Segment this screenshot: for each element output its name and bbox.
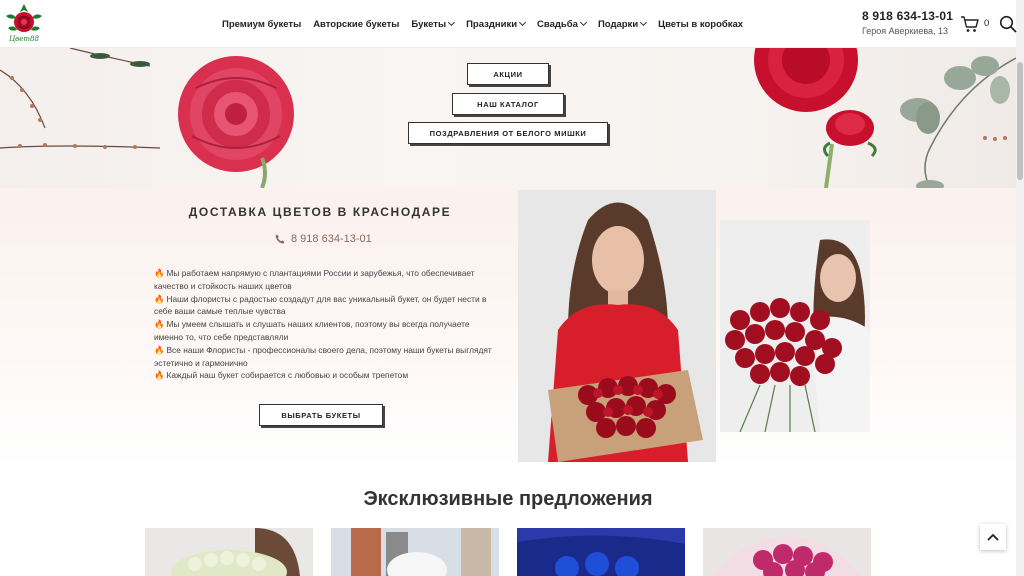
- chevron-up-icon: [987, 533, 999, 541]
- product-card-image[interactable]: [703, 528, 871, 576]
- nav-item-author[interactable]: Авторские букеты: [313, 19, 399, 30]
- chevron-down-icon: [640, 18, 648, 27]
- benefits-list: 🔥 Мы работаем напрямую с плантациями Росс…: [154, 267, 494, 382]
- promo-button[interactable]: АКЦИИ: [467, 63, 549, 85]
- header-phone[interactable]: 8 918 634-13-01: [862, 9, 953, 23]
- cart-icon[interactable]: [960, 15, 980, 33]
- list-item: 🔥 Мы умеем слышать и слушать наших клиент…: [154, 319, 470, 342]
- cart-count: 0: [984, 18, 990, 29]
- site-header: Цвет88 Премиум букеты Авторские букеты Б…: [0, 0, 1017, 48]
- product-card-image[interactable]: [145, 528, 313, 576]
- white-bear-button[interactable]: ПОЗДРАВЛЕНИЯ ОТ БЕЛОГО МИШКИ: [408, 122, 608, 144]
- fire-icon: 🔥: [154, 344, 165, 355]
- choose-bouquets-button[interactable]: ВЫБРАТЬ БУКЕТЫ: [259, 404, 383, 426]
- nav-item-gifts[interactable]: Подарки: [598, 18, 648, 30]
- delivery-phone[interactable]: 8 918 634-13-01: [275, 233, 372, 245]
- list-item: 🔥 Наши флористы с радостью создадут для в…: [154, 293, 487, 317]
- chevron-down-icon: [448, 18, 456, 27]
- logo-text: Цвет88: [9, 35, 39, 43]
- exclusive-title: Эксклюзивные предложения: [363, 488, 653, 510]
- delivery-phone-text: 8 918 634-13-01: [291, 233, 372, 245]
- chevron-down-icon: [519, 18, 527, 27]
- product-card-image[interactable]: [517, 528, 685, 576]
- list-item: 🔥 Мы работаем напрямую с плантациями Росс…: [154, 268, 475, 291]
- catalog-button[interactable]: НАШ КАТАЛОГ: [452, 93, 564, 115]
- phone-icon: [275, 234, 285, 244]
- header-address: Героя Аверкиева, 13: [862, 26, 949, 36]
- nav-item-holidays[interactable]: Праздники: [466, 18, 527, 30]
- fire-icon: 🔥: [154, 370, 165, 381]
- search-icon[interactable]: [999, 15, 1017, 33]
- hero-banner: АКЦИИ НАШ КАТАЛОГ ПОЗДРАВЛЕНИЯ ОТ БЕЛОГО…: [0, 48, 1016, 188]
- chevron-down-icon: [579, 18, 587, 27]
- fire-icon: 🔥: [154, 293, 165, 304]
- delivery-title: ДОСТАВКА ЦВЕТОВ В КРАСНОДАРЕ: [188, 205, 452, 219]
- nav-item-premium[interactable]: Премиум букеты: [222, 19, 301, 30]
- list-item: 🔥 Каждый наш букет собирается с любовью и…: [154, 370, 409, 381]
- back-to-top-button[interactable]: [980, 524, 1006, 550]
- list-item: 🔥 Все наши Флористы - профессионалы своег…: [154, 344, 492, 368]
- fire-icon: 🔥: [154, 319, 165, 330]
- fire-icon: 🔥: [154, 268, 165, 278]
- florist-photo-1: [518, 190, 716, 462]
- header-contact: 8 918 634-13-01 Героя Аверкиева, 13: [862, 9, 953, 36]
- nav-item-wedding[interactable]: Свадьба: [537, 18, 587, 30]
- main-nav: Премиум букеты Авторские букеты Букеты П…: [222, 0, 743, 48]
- nav-item-bouquets[interactable]: Букеты: [411, 18, 456, 30]
- scrollbar-thumb[interactable]: [1017, 62, 1023, 180]
- nav-item-boxes[interactable]: Цветы в коробках: [658, 19, 743, 30]
- florist-photo-2: [720, 220, 870, 432]
- product-card-image[interactable]: [331, 528, 499, 576]
